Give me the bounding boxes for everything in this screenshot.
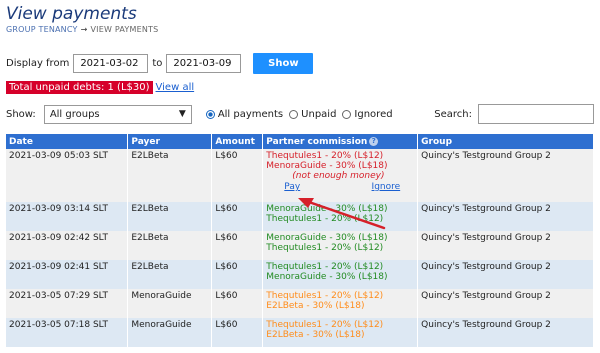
- filter-row: Show: All groups ▼ All payments Unpaid I…: [6, 104, 594, 124]
- breadcrumb-parent[interactable]: GROUP TENANCY: [6, 25, 78, 34]
- col-partner-commission[interactable]: Partner commission?: [262, 134, 419, 149]
- pay-link[interactable]: Pay: [284, 182, 300, 192]
- table-row: 2021-03-09 03:14 SLT E2LBeta L$60 Menora…: [6, 202, 594, 231]
- cell-payer: E2LBeta: [127, 202, 213, 231]
- col-amount[interactable]: Amount: [211, 134, 264, 149]
- col-group[interactable]: Group: [417, 134, 594, 149]
- not-enough-money-note: (not enough money): [292, 171, 385, 181]
- cell-amount: L$60: [211, 231, 264, 260]
- radio-label: All payments: [217, 108, 284, 120]
- radio-unpaid[interactable]: Unpaid: [289, 109, 336, 120]
- cell-date: 2021-03-09 02:41 SLT: [6, 260, 129, 289]
- cell-date: 2021-03-09 05:03 SLT: [6, 149, 129, 202]
- breadcrumb-current: VIEW PAYMENTS: [90, 25, 159, 34]
- commission-line: Thequtules1 - 20% (L$12): [266, 262, 384, 272]
- commission-line: MenoraGuide - 30% (L$18): [266, 204, 388, 214]
- col-payer[interactable]: Payer: [127, 134, 213, 149]
- commission-line: MenoraGuide - 30% (L$18): [266, 233, 388, 243]
- view-all-link[interactable]: View all: [156, 82, 195, 93]
- cell-group: Quincy's Testground Group 2: [417, 260, 594, 289]
- radio-label: Unpaid: [301, 108, 337, 120]
- radio-all-payments[interactable]: All payments: [205, 108, 284, 120]
- radio-button-selected[interactable]: [205, 109, 215, 119]
- commission-line: Thequtules1 - 20% (L$12): [266, 214, 384, 224]
- cell-amount: L$60: [211, 318, 264, 347]
- cell-amount: L$60: [211, 289, 264, 318]
- cell-amount: L$60: [211, 260, 264, 289]
- cell-group: Quincy's Testground Group 2: [417, 149, 594, 202]
- cell-commission: MenoraGuide - 30% (L$18) Thequtules1 - 2…: [262, 202, 419, 231]
- cell-group: Quincy's Testground Group 2: [417, 318, 594, 347]
- table-row: 2021-03-09 02:41 SLT E2LBeta L$60 Thequt…: [6, 260, 594, 289]
- commission-line: MenoraGuide - 30% (L$18): [266, 272, 388, 282]
- date-filter: Display from 2021-03-02 to 2021-03-09 Sh…: [6, 52, 314, 74]
- to-label: to: [152, 57, 163, 69]
- cell-commission: Thequtules1 - 20% (L$12) E2LBeta - 30% (…: [262, 289, 419, 318]
- group-select-value: All groups: [49, 108, 100, 120]
- cell-date: 2021-03-05 07:29 SLT: [6, 289, 129, 318]
- group-select[interactable]: All groups ▼: [43, 104, 192, 124]
- commission-line: Thequtules1 - 20% (L$12): [266, 320, 384, 330]
- commission-line: E2LBeta - 30% (L$18): [266, 301, 365, 311]
- table-header-row: Date Payer Amount Partner commission? Gr…: [6, 134, 594, 149]
- cell-commission: Thequtules1 - 20% (L$12) MenoraGuide - 3…: [262, 260, 419, 289]
- cell-group: Quincy's Testground Group 2: [417, 202, 594, 231]
- row-actions: Pay Ignore: [266, 182, 414, 192]
- cell-date: 2021-03-09 02:42 SLT: [6, 231, 129, 260]
- cell-payer: MenoraGuide: [127, 289, 213, 318]
- commission-line: MenoraGuide - 30% (L$18): [266, 161, 388, 171]
- table-row: 2021-03-09 05:03 SLT E2LBeta L$60 Thequt…: [6, 149, 594, 202]
- radio-button[interactable]: [342, 109, 352, 119]
- radio-ignored[interactable]: Ignored: [342, 108, 393, 120]
- from-date-input[interactable]: 2021-03-02: [73, 53, 149, 73]
- commission-line: Thequtules1 - 20% (L$12): [266, 243, 384, 253]
- search-input[interactable]: [478, 104, 594, 124]
- commission-line: Thequtules1 - 20% (L$12): [266, 291, 384, 301]
- breadcrumb-separator: →: [80, 25, 88, 34]
- commission-line: E2LBeta - 30% (L$18): [266, 330, 365, 340]
- col-date[interactable]: Date: [6, 134, 129, 149]
- cell-amount: L$60: [211, 202, 264, 231]
- page-title: View payments: [6, 4, 137, 24]
- cell-commission: Thequtules1 - 20% (L$12) MenoraGuide - 3…: [262, 149, 419, 202]
- table-row: 2021-03-05 07:29 SLT MenoraGuide L$60 Th…: [6, 289, 594, 318]
- cell-payer: MenoraGuide: [127, 318, 213, 347]
- show-button[interactable]: Show: [253, 52, 314, 74]
- radio-label: Ignored: [354, 108, 393, 120]
- cell-date: 2021-03-09 03:14 SLT: [6, 202, 129, 231]
- debts-row: Total unpaid debts: 1 (L$30) View all: [6, 81, 194, 94]
- cell-payer: E2LBeta: [127, 231, 213, 260]
- cell-amount: L$60: [211, 149, 264, 202]
- ignore-link[interactable]: Ignore: [372, 182, 401, 192]
- table-row: 2021-03-05 07:18 SLT MenoraGuide L$60 Th…: [6, 318, 594, 347]
- to-date-input[interactable]: 2021-03-09: [166, 53, 242, 73]
- radio-button[interactable]: [289, 109, 299, 119]
- cell-payer: E2LBeta: [127, 260, 213, 289]
- question-circle-icon[interactable]: ?: [369, 136, 379, 146]
- commission-line: Thequtules1 - 20% (L$12): [266, 151, 384, 161]
- cell-group: Quincy's Testground Group 2: [417, 231, 594, 260]
- breadcrumb: GROUP TENANCY → VIEW PAYMENTS: [6, 25, 158, 34]
- payments-table: Date Payer Amount Partner commission? Gr…: [6, 134, 594, 347]
- unpaid-debts-badge: Total unpaid debts: 1 (L$30): [6, 81, 153, 94]
- col-partner-commission-label: Partner commission: [266, 136, 368, 147]
- cell-group: Quincy's Testground Group 2: [417, 289, 594, 318]
- show-label: Show:: [6, 108, 36, 120]
- cell-commission: Thequtules1 - 20% (L$12) E2LBeta - 30% (…: [262, 318, 419, 347]
- cell-date: 2021-03-05 07:18 SLT: [6, 318, 129, 347]
- table-row: 2021-03-09 02:42 SLT E2LBeta L$60 Menora…: [6, 231, 594, 260]
- cell-payer: E2LBeta: [127, 149, 213, 202]
- chevron-down-icon: ▼: [178, 109, 186, 119]
- cell-commission: MenoraGuide - 30% (L$18) Thequtules1 - 2…: [262, 231, 419, 260]
- from-label: Display from: [6, 57, 70, 69]
- search-label: Search:: [434, 108, 472, 120]
